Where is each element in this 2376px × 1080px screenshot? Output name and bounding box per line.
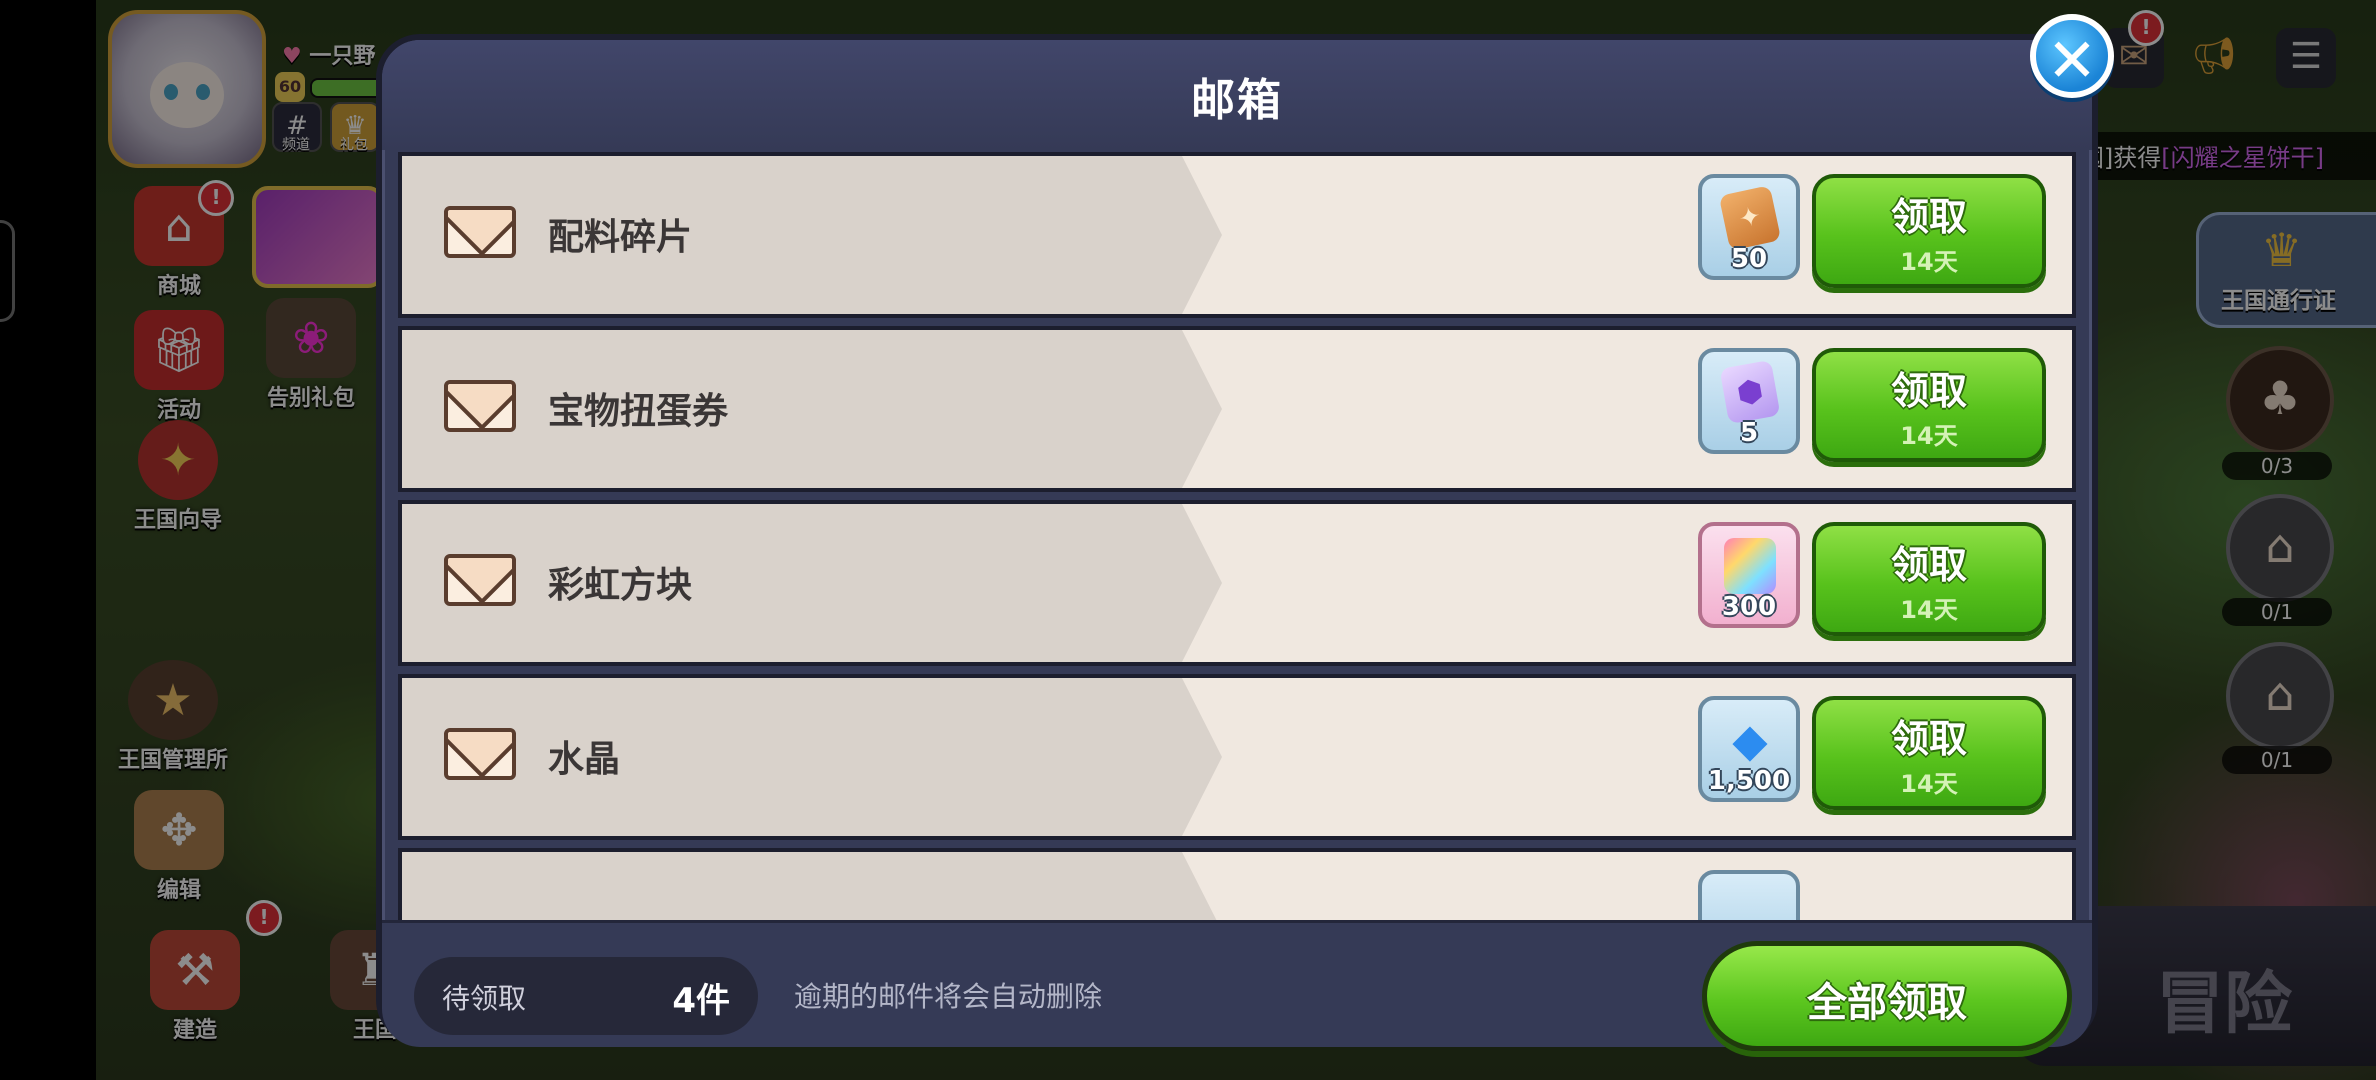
pending-pill: 待领取 4件 <box>414 957 758 1035</box>
envelope-icon <box>444 728 516 780</box>
claim-button[interactable]: 领取 14天 <box>1812 174 2046 288</box>
mail-item: 配料碎片 ✦ 50 领取 14天 <box>398 152 2076 318</box>
reward-count: 5 <box>1739 418 1759 448</box>
claim-label: 领取 <box>1890 195 1967 239</box>
expire-days: 14天 <box>1900 248 1958 276</box>
reward-slot[interactable]: 300 <box>1698 522 1800 628</box>
expire-days: 14天 <box>1900 422 1958 450</box>
reward-slot[interactable]: ⬢ 5 <box>1698 348 1800 454</box>
reward-slot[interactable]: ✦ 50 <box>1698 174 1800 280</box>
mail-item-band <box>402 504 1222 662</box>
mail-item <box>398 848 2076 920</box>
mail-title: 水晶 <box>548 739 621 780</box>
mail-title: 配料碎片 <box>548 217 693 258</box>
reward-count: 50 <box>1730 244 1768 274</box>
expire-days: 14天 <box>1900 770 1958 798</box>
mail-title: 宝物扭蛋券 <box>548 391 729 432</box>
reward-count: 1,500 <box>1707 766 1791 796</box>
mail-item: 水晶 ◆ 1,500 领取 14天 <box>398 674 2076 840</box>
claim-label: 领取 <box>1890 369 1967 413</box>
rainbow-cube-icon <box>1724 538 1776 594</box>
mailbox-modal: 邮箱 配料碎片 ✦ 50 领取 14天 宝物扭蛋券 ⬢ 5 领取 14天 彩虹方… <box>376 34 2098 1051</box>
crystal-icon: ◆ <box>1732 713 1768 767</box>
envelope-icon <box>444 380 516 432</box>
pending-count: 4件 <box>672 981 730 1021</box>
modal-title: 邮箱 <box>1191 75 1283 126</box>
mail-item: 宝物扭蛋券 ⬢ 5 领取 14天 <box>398 326 2076 492</box>
expire-days: 14天 <box>1900 596 1958 624</box>
envelope-icon <box>444 206 516 258</box>
ingredient-shard-icon: ✦ <box>1718 185 1782 251</box>
expire-note: 逾期的邮件将会自动删除 <box>794 980 1103 1013</box>
mail-item-band <box>402 678 1222 836</box>
claim-button[interactable]: 领取 14天 <box>1812 522 2046 636</box>
mail-item-band <box>402 156 1222 314</box>
claim-label: 领取 <box>1890 717 1967 761</box>
mail-item: 彩虹方块 300 领取 14天 <box>398 500 2076 666</box>
claim-label: 领取 <box>1890 543 1967 587</box>
treasure-ticket-icon: ⬢ <box>1719 359 1781 425</box>
claim-button[interactable]: 领取 14天 <box>1812 696 2046 810</box>
reward-count: 300 <box>1721 592 1777 622</box>
modal-header: 邮箱 <box>382 40 2092 150</box>
claim-all-label: 全部领取 <box>1807 980 1967 1026</box>
claim-button[interactable]: 领取 14天 <box>1812 348 2046 462</box>
reward-slot[interactable] <box>1698 870 1800 920</box>
reward-slot[interactable]: ◆ 1,500 <box>1698 696 1800 802</box>
pending-label: 待领取 <box>442 982 527 1015</box>
envelope-icon <box>444 554 516 606</box>
mail-title: 彩虹方块 <box>548 565 693 606</box>
mail-list[interactable]: 配料碎片 ✦ 50 领取 14天 宝物扭蛋券 ⬢ 5 领取 14天 彩虹方块 3… <box>398 152 2076 920</box>
close-icon[interactable]: ✕ <box>2030 14 2114 98</box>
modal-footer: 待领取 4件 逾期的邮件将会自动删除 全部领取 <box>382 920 2092 1051</box>
claim-all-button[interactable]: 全部领取 <box>1702 941 2072 1051</box>
mail-item-band <box>402 852 1222 920</box>
mail-item-band <box>402 330 1222 488</box>
